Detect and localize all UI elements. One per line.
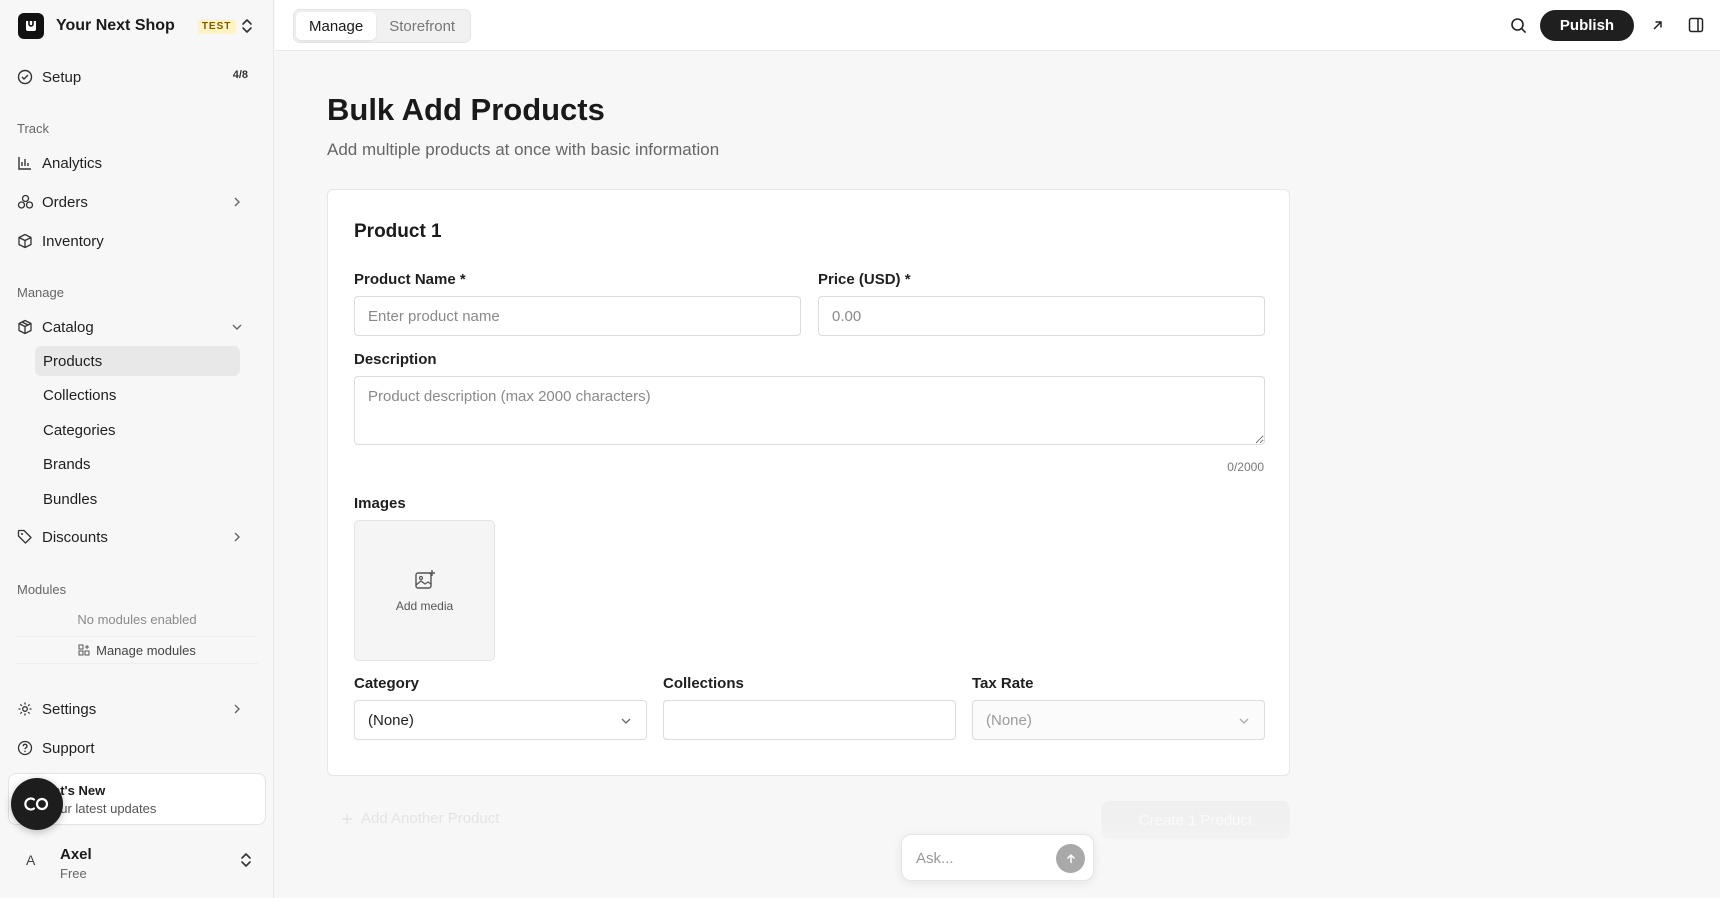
chevron-down-icon: [232, 324, 242, 330]
product-form-card: Product 1 Product Name * Price (USD) * D…: [327, 189, 1290, 776]
sidebar: Your Next Shop TEST Setup 4/8 Track Anal…: [0, 0, 274, 898]
help-circle-icon: [16, 739, 34, 757]
section-label-track: Track: [17, 121, 50, 136]
sidebar-item-analytics[interactable]: Analytics: [16, 147, 256, 179]
package-icon: [16, 318, 34, 336]
user-menu[interactable]: A Axel Free: [16, 842, 260, 882]
shop-name: Your Next Shop: [56, 17, 175, 34]
top-bar: Manage Storefront Publish: [275, 0, 1720, 51]
sidebar-item-label: Discounts: [42, 528, 108, 546]
add-another-label: Add Another Product: [361, 810, 500, 827]
chevrons-up-down-icon: [241, 853, 251, 867]
create-products-button[interactable]: Create 1 Product: [1101, 801, 1290, 839]
price-input[interactable]: [818, 296, 1265, 336]
external-link-icon[interactable]: [1646, 14, 1668, 36]
test-mode-badge: TEST: [196, 18, 237, 34]
sidebar-subitem-collections[interactable]: Collections: [35, 380, 240, 410]
tag-icon: [16, 528, 34, 546]
assistant-logo-icon: [24, 797, 49, 811]
collections-select[interactable]: [663, 700, 956, 740]
sidebar-item-label: Settings: [42, 700, 97, 718]
arrow-up-icon: [1066, 853, 1075, 863]
grid-plus-icon: [78, 644, 90, 656]
section-label-modules: Modules: [17, 582, 67, 597]
chevron-right-icon: [234, 704, 240, 714]
sidebar-item-label: Orders: [42, 193, 88, 211]
sidebar-item-settings[interactable]: Settings: [16, 693, 256, 725]
ask-assistant-bar: [901, 834, 1094, 881]
description-textarea[interactable]: [354, 376, 1265, 445]
whats-new-subtitle: our latest updates: [53, 801, 157, 816]
description-label: Description: [354, 351, 437, 368]
ask-input[interactable]: [916, 847, 1046, 869]
sidebar-subitem-brands[interactable]: Brands: [35, 449, 240, 479]
sidebar-subitem-categories[interactable]: Categories: [35, 415, 240, 445]
image-plus-icon: [414, 569, 435, 589]
price-label: Price (USD) *: [818, 271, 911, 288]
sidebar-subitem-bundles[interactable]: Bundles: [35, 484, 240, 514]
shop-switcher[interactable]: Your Next Shop TEST: [18, 12, 258, 40]
product-name-label: Product Name *: [354, 271, 466, 288]
user-name: Axel: [60, 846, 92, 863]
assistant-launcher-button[interactable]: [11, 778, 63, 830]
mode-tabs: Manage Storefront: [293, 9, 472, 43]
chevron-right-icon: [234, 197, 240, 207]
add-another-product-button[interactable]: Add Another Product: [341, 810, 499, 827]
modules-empty-text: No modules enabled: [77, 612, 197, 627]
plus-icon: [342, 813, 352, 824]
tax-rate-label: Tax Rate: [972, 675, 1034, 692]
sidebar-item-label: Catalog: [42, 318, 94, 336]
description-char-counter: 0/2000: [1227, 460, 1264, 474]
page-subtitle: Add multiple products at once with basic…: [327, 140, 720, 159]
category-label: Category: [354, 675, 420, 692]
manage-modules-label: Manage modules: [96, 642, 196, 658]
avatar: A: [26, 852, 36, 868]
chevron-down-icon: [621, 718, 631, 724]
tab-manage[interactable]: Manage: [296, 12, 377, 40]
bar-chart-icon: [16, 154, 34, 172]
sidebar-item-support[interactable]: Support: [16, 732, 256, 764]
publish-button[interactable]: Publish: [1540, 10, 1634, 41]
images-label: Images: [354, 495, 406, 512]
orders-icon: [16, 193, 34, 211]
check-circle-icon: [16, 68, 34, 86]
chevrons-up-down-icon[interactable]: [236, 15, 258, 37]
sidebar-item-catalog[interactable]: Catalog: [16, 311, 256, 343]
gear-icon: [16, 700, 34, 718]
product-name-input[interactable]: [354, 296, 801, 336]
page-title: Bulk Add Products: [327, 92, 605, 127]
sidebar-item-label: Analytics: [42, 154, 103, 172]
product-card-title: Product 1: [354, 221, 442, 242]
chevron-down-icon: [1239, 718, 1249, 724]
sidebar-item-label: Setup: [42, 68, 82, 86]
add-media-button[interactable]: Add media: [354, 520, 495, 661]
sidebar-item-orders[interactable]: Orders: [16, 186, 256, 218]
collections-label: Collections: [663, 675, 744, 692]
add-media-label: Add media: [395, 598, 454, 613]
sidebar-item-inventory[interactable]: Inventory: [16, 225, 256, 257]
send-button[interactable]: [1056, 844, 1085, 873]
sidebar-item-discounts[interactable]: Discounts: [16, 521, 256, 553]
sidebar-item-setup[interactable]: Setup 4/8: [16, 61, 256, 93]
tax-rate-value: (None): [986, 711, 1032, 729]
sidebar-toggle-icon[interactable]: [1685, 14, 1707, 36]
sidebar-item-label: Inventory: [42, 232, 104, 250]
tax-rate-select[interactable]: (None): [972, 700, 1265, 740]
shop-logo-icon: [18, 13, 44, 39]
search-icon[interactable]: [1507, 14, 1529, 36]
user-plan: Free: [60, 866, 87, 881]
chevron-right-icon: [234, 532, 240, 542]
category-value: (None): [368, 711, 414, 729]
box-icon: [16, 232, 34, 250]
category-select[interactable]: (None): [354, 700, 647, 740]
setup-progress: 4/8: [232, 69, 248, 81]
manage-modules-button[interactable]: Manage modules: [16, 636, 258, 664]
sidebar-subitem-products[interactable]: Products: [35, 346, 240, 376]
section-label-manage: Manage: [17, 285, 64, 300]
tab-storefront[interactable]: Storefront: [376, 12, 468, 40]
sidebar-item-label: Support: [42, 739, 95, 757]
